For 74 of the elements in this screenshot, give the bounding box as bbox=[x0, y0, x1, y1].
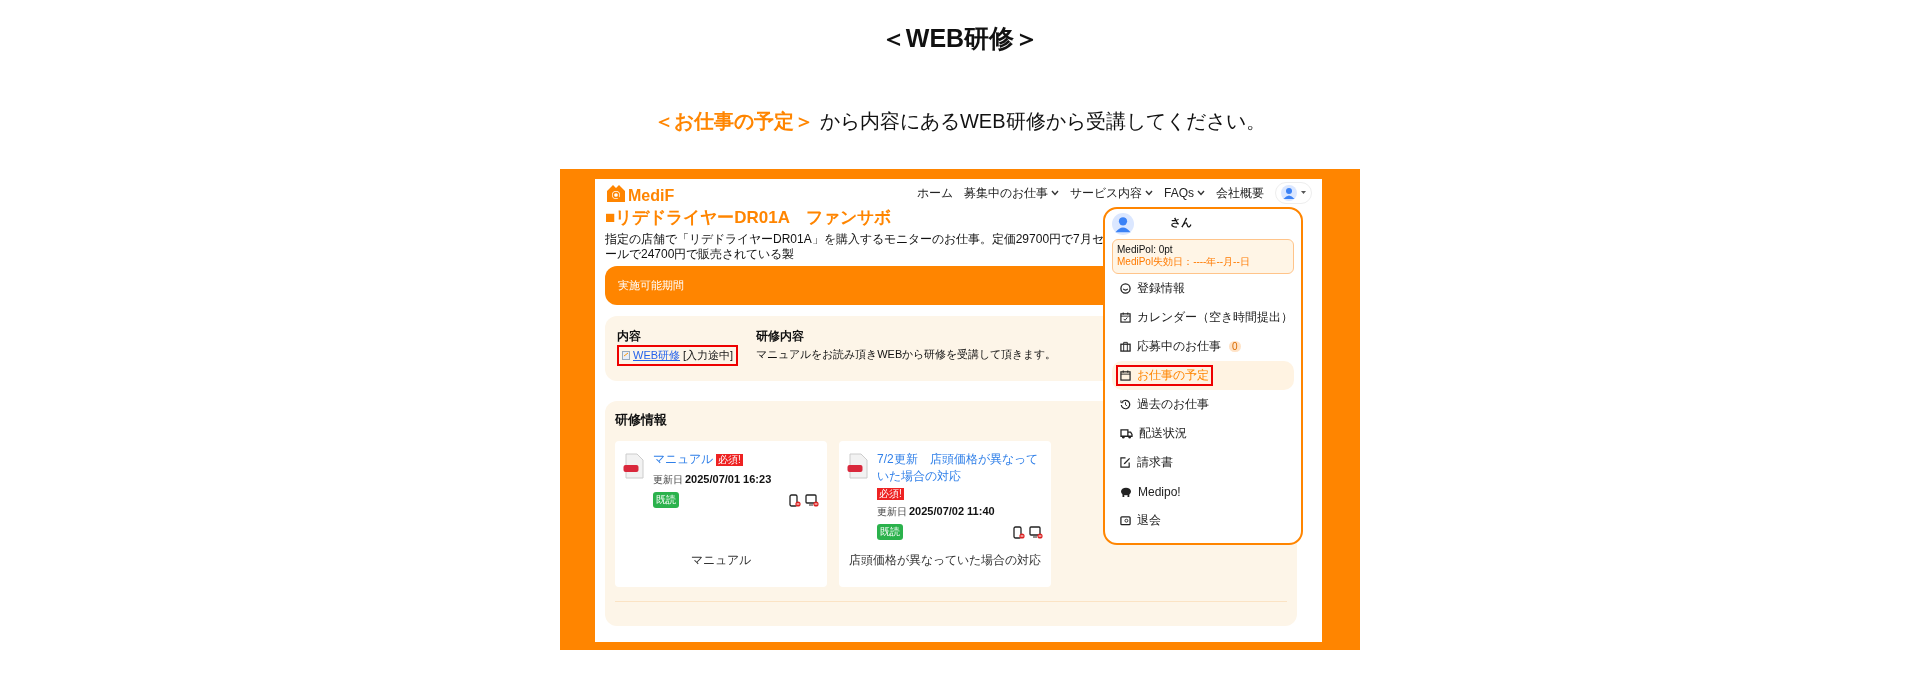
document-caption: 店頭価格が異なっていた場合の対応 bbox=[848, 552, 1042, 570]
menu-item[interactable]: 退会 bbox=[1112, 506, 1294, 535]
page-heading: ＜WEB研修＞ bbox=[880, 23, 1040, 53]
caret-icon bbox=[1301, 191, 1306, 195]
period-label: 実施可能期間 bbox=[618, 278, 684, 294]
content-heading: 内容 bbox=[617, 328, 642, 346]
account-menu-button[interactable] bbox=[1275, 182, 1312, 204]
points-balance: MediPol: 0pt bbox=[1117, 244, 1174, 255]
instruction-text: ＜お仕事の予定＞ から内容にあるWEB研修から受講してください。 bbox=[654, 109, 1266, 133]
job-title: ■リデドライヤーDR01A ファンサボ bbox=[605, 208, 892, 229]
logo-text: MediF bbox=[628, 188, 675, 204]
menu-item-label: 退会 bbox=[1137, 512, 1161, 529]
read-badge: 既読 bbox=[653, 492, 679, 509]
menu-item[interactable]: 登録情報 bbox=[1112, 274, 1294, 303]
history-icon bbox=[1120, 399, 1131, 410]
training-content-heading: 研修内容 bbox=[756, 328, 806, 346]
document-link[interactable]: マニュアル bbox=[653, 451, 713, 469]
menu-item-label: 登録情報 bbox=[1137, 280, 1185, 297]
nav-link[interactable]: サービス内容 bbox=[1070, 184, 1153, 202]
wallet-icon bbox=[1120, 515, 1131, 526]
phone-icon bbox=[1013, 525, 1025, 539]
pdf-file-icon bbox=[623, 453, 645, 480]
smile-icon bbox=[1120, 283, 1131, 294]
required-badge: 必須! bbox=[877, 488, 904, 501]
user-avatar-icon bbox=[1281, 185, 1297, 201]
nav-link[interactable]: 会社概要 bbox=[1216, 184, 1264, 202]
progress-status: [入力途中] bbox=[683, 348, 734, 364]
document-caption: マニュアル bbox=[690, 552, 752, 570]
nav-link[interactable]: 募集中のお仕事 bbox=[964, 184, 1059, 202]
user-avatar-icon bbox=[1112, 213, 1134, 235]
menu-item[interactable]: 応募中のお仕事 0 bbox=[1112, 332, 1294, 361]
briefcase-icon bbox=[1120, 341, 1131, 352]
document-link[interactable]: 7/2更新 店頭価格が異なっていた場合の対応 bbox=[877, 451, 1043, 486]
menu-item-label: 応募中のお仕事 bbox=[1137, 338, 1221, 355]
menu-item-label: お仕事の予定 bbox=[1137, 367, 1209, 384]
pdf-file-icon bbox=[847, 453, 869, 480]
house-magnifier-icon bbox=[605, 182, 627, 204]
menu-item-label: 配送状況 bbox=[1139, 425, 1187, 442]
monitor-icon bbox=[805, 493, 819, 507]
document-icon bbox=[622, 351, 630, 361]
training-content-text: マニュアルをお読み頂きWEBから研修を受講して頂きます。 bbox=[756, 347, 1057, 363]
chevron-down-icon bbox=[1145, 190, 1153, 196]
required-badge: 必須! bbox=[716, 453, 743, 466]
calendar-check-icon bbox=[1120, 312, 1131, 323]
points-expiry: MediPol失効日：----年--月--日 bbox=[1117, 255, 1251, 269]
piggy-bank-icon bbox=[1120, 486, 1132, 497]
phone-icon bbox=[789, 493, 801, 507]
training-info-heading: 研修情報 bbox=[615, 411, 667, 430]
chevron-down-icon bbox=[1197, 190, 1205, 196]
chevron-down-icon bbox=[1051, 190, 1059, 196]
read-badge: 既読 bbox=[877, 524, 903, 541]
user-name: さん bbox=[1170, 215, 1192, 230]
updated-date: 2025/07/02 11:40 bbox=[909, 505, 995, 518]
menu-item-label: 請求書 bbox=[1137, 454, 1173, 471]
updated-label: 更新日 bbox=[877, 505, 907, 520]
truck-icon bbox=[1120, 428, 1133, 439]
edit-icon bbox=[1120, 457, 1131, 468]
updated-label: 更新日 bbox=[653, 473, 683, 488]
menu-item-label: Medipo! bbox=[1138, 484, 1181, 499]
menu-item[interactable]: 配送状況 bbox=[1112, 419, 1294, 448]
menu-item-label: カレンダー（空き時間提出） bbox=[1137, 309, 1293, 326]
count-badge: 0 bbox=[1229, 341, 1241, 352]
menu-item[interactable]: Medipo! bbox=[1112, 477, 1294, 506]
job-description: 指定の店舗で「リデドライヤーDR01A」を購入するモニターのお仕事。定価29700円で7月セールで24700円で販売されている製 bbox=[605, 232, 1105, 263]
web-training-link[interactable]: WEB研修 bbox=[633, 348, 681, 364]
nav-link[interactable]: FAQs bbox=[1164, 186, 1205, 200]
updated-date: 2025/07/01 16:23 bbox=[685, 473, 772, 486]
menu-item-label: 過去のお仕事 bbox=[1137, 396, 1209, 413]
menu-item[interactable]: 過去のお仕事 bbox=[1112, 390, 1294, 419]
monitor-icon bbox=[1029, 525, 1043, 539]
calendar-icon bbox=[1120, 370, 1131, 381]
menu-item[interactable]: 請求書 bbox=[1112, 448, 1294, 477]
menu-item[interactable]: カレンダー（空き時間提出） bbox=[1112, 303, 1294, 332]
nav-link[interactable]: ホーム bbox=[917, 184, 953, 202]
